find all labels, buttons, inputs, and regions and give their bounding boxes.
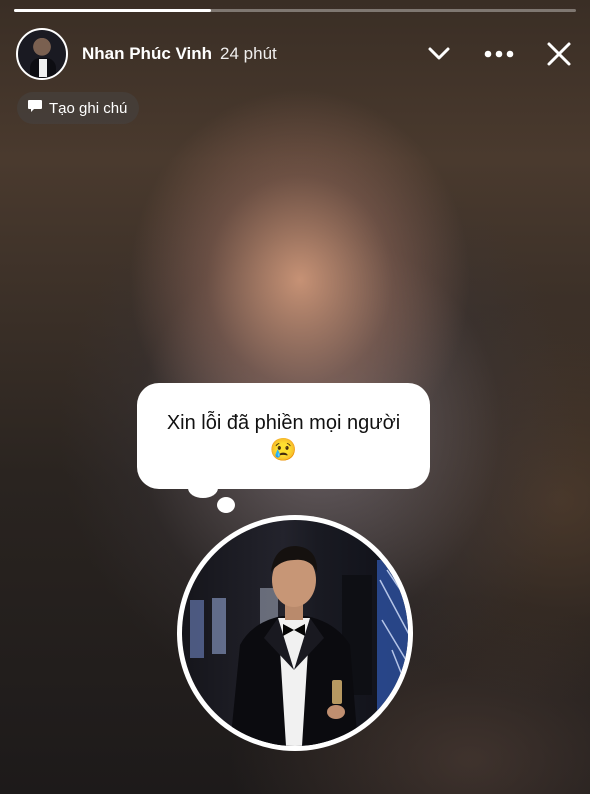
user-avatar[interactable] bbox=[16, 28, 68, 80]
create-note-button[interactable]: Tạo ghi chú bbox=[17, 92, 140, 124]
time-ago: 24 phút bbox=[220, 44, 277, 63]
more-icon[interactable] bbox=[484, 39, 514, 69]
chevron-down-icon[interactable] bbox=[424, 39, 454, 69]
header-actions bbox=[424, 39, 574, 69]
story-header: Nhan Phúc Vinh 24 phút bbox=[16, 27, 574, 81]
note-avatar-ring[interactable] bbox=[177, 515, 413, 751]
crying-face-emoji: 😢 bbox=[269, 436, 298, 462]
story-progress-bar bbox=[14, 9, 576, 12]
create-note-label: Tạo ghi chú bbox=[49, 99, 128, 117]
close-icon[interactable] bbox=[544, 39, 574, 69]
story-progress-fill bbox=[14, 9, 211, 12]
note-bubble-icon bbox=[27, 98, 43, 118]
note-avatar-photo bbox=[182, 520, 408, 746]
person-in-tuxedo-illustration bbox=[190, 546, 408, 746]
note-bubble[interactable]: Xin lỗi đã phiền mọi người 😢 bbox=[137, 383, 430, 489]
note-text: Xin lỗi đã phiền mọi người bbox=[166, 411, 401, 434]
avatar-shirt-shape bbox=[39, 59, 47, 77]
bubble-tail-large bbox=[188, 478, 218, 498]
username[interactable]: Nhan Phúc Vinh bbox=[82, 44, 212, 64]
bubble-tail-small bbox=[217, 497, 235, 513]
